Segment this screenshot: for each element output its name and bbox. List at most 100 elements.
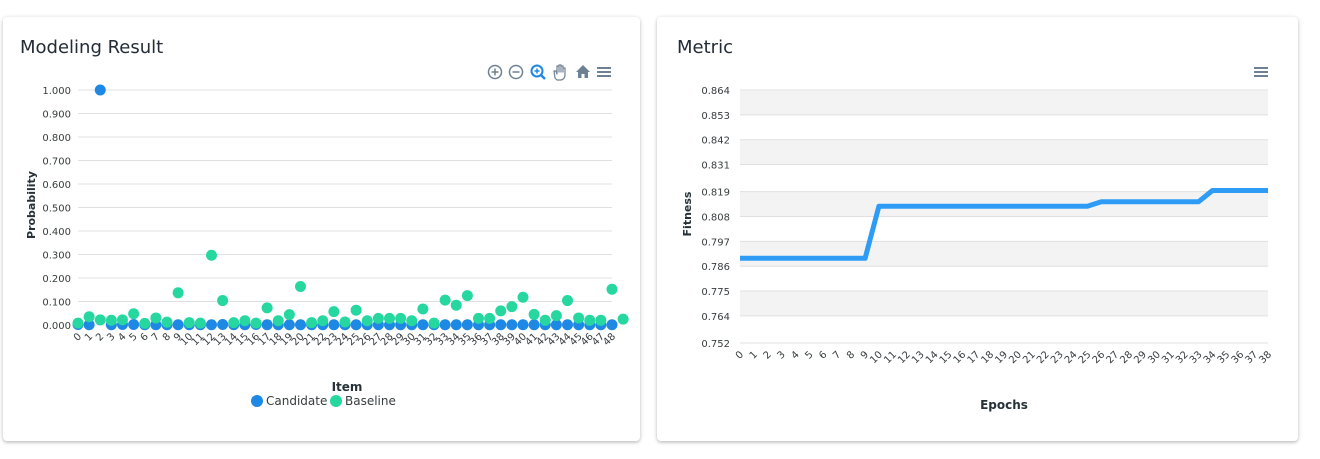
data-point[interactable] xyxy=(406,315,418,327)
data-point[interactable] xyxy=(473,312,484,324)
selection-zoom-icon[interactable] xyxy=(530,64,546,80)
y-tick-label: 0.786 xyxy=(701,262,730,273)
pan-hand-icon[interactable] xyxy=(553,64,566,81)
data-point[interactable] xyxy=(328,319,340,331)
data-point[interactable] xyxy=(295,319,306,331)
menu-icon[interactable] xyxy=(1254,67,1268,77)
grid-band xyxy=(740,139,1268,165)
data-point[interactable] xyxy=(194,317,206,329)
data-point[interactable] xyxy=(606,319,618,331)
metric-y-tick-labels: 0.752 0.764 0.775 0.786 0.797 0.808 0.819 0.831… xyxy=(701,86,730,350)
data-point[interactable] xyxy=(328,306,340,318)
data-point[interactable] xyxy=(283,319,295,331)
data-point[interactable] xyxy=(417,319,429,331)
menu-icon[interactable] xyxy=(597,67,611,77)
y-tick-label: 0.842 xyxy=(701,136,730,147)
data-point[interactable] xyxy=(283,309,295,321)
data-point[interactable] xyxy=(539,314,551,326)
data-point[interactable] xyxy=(606,283,618,295)
data-point[interactable] xyxy=(573,312,585,324)
data-point[interactable] xyxy=(450,319,462,331)
data-point[interactable] xyxy=(495,305,507,317)
data-point[interactable] xyxy=(339,316,351,328)
data-point[interactable] xyxy=(506,301,518,313)
data-point[interactable] xyxy=(350,304,362,316)
y-tick-label: 0.400 xyxy=(42,227,71,238)
legend-marker-candidate xyxy=(251,395,263,407)
data-point[interactable] xyxy=(562,319,573,331)
data-point[interactable] xyxy=(105,314,117,326)
x-tick-label: 4 xyxy=(116,331,128,343)
data-point[interactable] xyxy=(317,315,329,327)
data-point[interactable] xyxy=(94,314,106,326)
data-point[interactable] xyxy=(495,319,507,331)
zoom-in-icon[interactable] xyxy=(487,64,503,80)
modeling-result-chart: 0.000 0.100 0.200 0.300 0.400 0.500 0.600 0.700… xyxy=(25,64,629,408)
data-point[interactable] xyxy=(528,308,540,320)
zoom-out-icon[interactable] xyxy=(508,64,524,80)
data-point[interactable] xyxy=(395,312,407,324)
data-point[interactable] xyxy=(350,319,362,331)
legend-item-candidate[interactable]: Candidate xyxy=(251,394,327,408)
y-tick-label: 0.764 xyxy=(701,312,730,323)
data-point[interactable] xyxy=(595,314,607,326)
data-point[interactable] xyxy=(117,314,128,326)
data-point[interactable] xyxy=(439,319,451,331)
data-point[interactable] xyxy=(417,303,429,315)
data-point[interactable] xyxy=(128,319,140,331)
data-point[interactable] xyxy=(528,319,540,331)
data-point[interactable] xyxy=(295,280,306,292)
data-point[interactable] xyxy=(83,311,95,323)
data-point[interactable] xyxy=(139,317,151,329)
y-tick-label: 0.819 xyxy=(701,188,730,199)
data-point[interactable] xyxy=(384,312,395,324)
data-point[interactable] xyxy=(517,319,529,331)
data-point[interactable] xyxy=(150,312,162,324)
data-point[interactable] xyxy=(172,319,184,331)
data-point[interactable] xyxy=(217,319,229,331)
data-point[interactable] xyxy=(72,317,84,329)
data-point[interactable] xyxy=(450,299,462,311)
data-point[interactable] xyxy=(506,319,518,331)
data-point[interactable] xyxy=(428,317,440,329)
scatter-x-tick-labels: 0123456789101112131415161718192021222324… xyxy=(72,331,618,348)
data-point[interactable] xyxy=(617,313,629,325)
x-tick-label: 1 xyxy=(748,349,760,361)
data-point[interactable] xyxy=(306,317,318,329)
data-point[interactable] xyxy=(261,302,273,314)
data-point[interactable] xyxy=(206,249,217,261)
data-point[interactable] xyxy=(517,291,529,303)
data-point[interactable] xyxy=(128,308,140,320)
y-tick-label: 1.000 xyxy=(42,86,71,97)
data-point[interactable] xyxy=(94,84,106,96)
data-point[interactable] xyxy=(228,317,240,329)
data-point[interactable] xyxy=(161,316,173,328)
data-point[interactable] xyxy=(372,312,384,324)
legend-item-baseline[interactable]: Baseline xyxy=(330,394,396,408)
x-tick-label: 7 xyxy=(150,331,162,343)
data-point[interactable] xyxy=(261,319,273,331)
data-point[interactable] xyxy=(461,290,473,302)
y-tick-label: 0.808 xyxy=(701,213,730,224)
data-point[interactable] xyxy=(550,310,562,322)
data-point[interactable] xyxy=(183,317,195,329)
metric-card: Metric 0.752 0.764 0.775 0.786 0.797 0.808 0.8… xyxy=(657,17,1298,441)
data-point[interactable] xyxy=(217,295,229,307)
x-tick-label: 2 xyxy=(94,331,106,343)
data-point[interactable] xyxy=(272,315,284,327)
data-point[interactable] xyxy=(484,312,496,324)
data-point[interactable] xyxy=(439,294,451,306)
legend-marker-baseline xyxy=(330,395,342,407)
reset-home-icon[interactable] xyxy=(576,65,590,78)
data-point[interactable] xyxy=(584,314,596,326)
scatter-y-axis-title: Probability xyxy=(25,171,38,239)
x-tick-label: 6 xyxy=(139,331,151,343)
data-point[interactable] xyxy=(172,287,184,299)
grid-band xyxy=(740,90,1268,115)
data-point[interactable] xyxy=(239,315,251,327)
data-point[interactable] xyxy=(250,317,262,329)
data-point[interactable] xyxy=(562,295,573,307)
data-point[interactable] xyxy=(361,315,373,327)
data-point[interactable] xyxy=(461,319,473,331)
data-point[interactable] xyxy=(206,319,217,331)
